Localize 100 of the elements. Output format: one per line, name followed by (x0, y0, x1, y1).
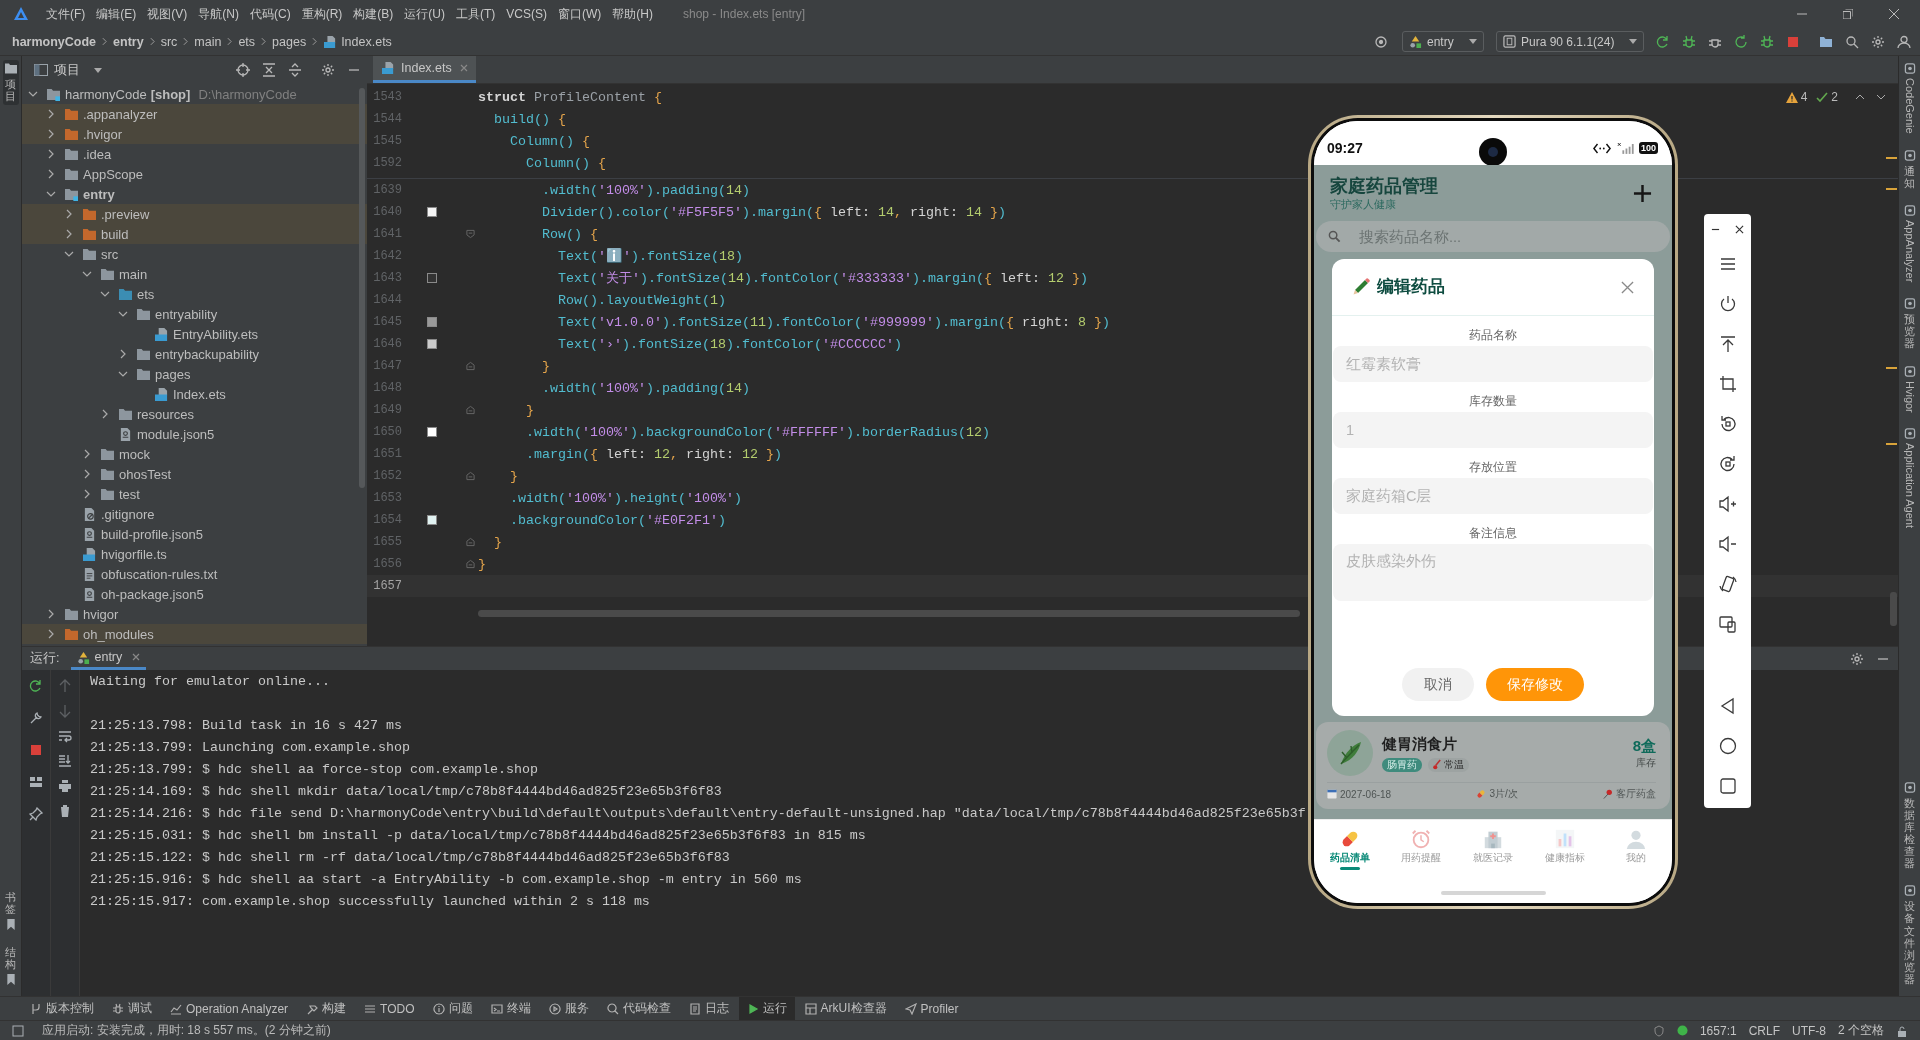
chevron-down-icon[interactable] (118, 369, 128, 379)
tree-item[interactable]: oh-package.json5 (22, 584, 367, 604)
tool-window-button[interactable]: 问题 (424, 997, 481, 1020)
tree-item[interactable]: ohosTest (22, 464, 367, 484)
close-icon[interactable] (1735, 224, 1744, 234)
tree-item[interactable]: entrybackupability (22, 344, 367, 364)
tool-window-tab[interactable]: 通知 (1901, 146, 1918, 192)
rotate-right-icon[interactable] (1718, 455, 1737, 473)
crop-icon[interactable] (1718, 375, 1737, 393)
breadcrumb-item[interactable]: harmonyCode (12, 34, 97, 49)
input-field[interactable]: 红霉素软膏 (1333, 346, 1653, 382)
pin-to-top-icon[interactable] (1718, 335, 1737, 353)
chevron-down-icon[interactable] (28, 89, 38, 99)
tree-item[interactable]: obfuscation-rules.txt (22, 564, 367, 584)
chevron-right-icon[interactable] (46, 109, 56, 119)
tree-item[interactable]: .appanalyzer (22, 104, 367, 124)
restore-icon[interactable] (1843, 9, 1853, 19)
tool-window-tab[interactable]: 结构 (2, 942, 19, 988)
tool-window-button[interactable]: 服务 (540, 997, 597, 1020)
device-dropdown[interactable]: Pura 90 6.1.1(24) (1496, 31, 1644, 52)
view-selector[interactable]: 项目 (34, 61, 102, 79)
tool-window-tab[interactable]: 设备文件浏览器 (1901, 882, 1918, 988)
tree-item[interactable]: src (22, 244, 367, 264)
color-swatch-icon[interactable] (427, 515, 437, 525)
tool-window-button[interactable]: 构建 (298, 997, 355, 1020)
search-icon[interactable] (1845, 34, 1859, 49)
chevron-right-icon[interactable] (100, 409, 110, 419)
chevron-right-icon[interactable] (46, 149, 56, 159)
menu-item[interactable]: 工具(T) (451, 4, 501, 24)
multi-screen-icon[interactable] (1718, 615, 1737, 633)
tree-item[interactable]: test (22, 484, 367, 504)
tree-item[interactable]: .idea (22, 144, 367, 164)
menu-item[interactable]: 重构(R) (296, 4, 348, 24)
tool-window-button[interactable]: 日志 (680, 997, 737, 1020)
tool-window-tab[interactable]: Application Agent (1901, 425, 1918, 532)
bug-icon[interactable] (1760, 34, 1774, 49)
wrench-icon[interactable] (29, 711, 43, 725)
tree-item[interactable]: main (22, 264, 367, 284)
tool-window-tab[interactable]: 书签 (2, 887, 19, 933)
tab[interactable]: 我的 (1600, 820, 1672, 877)
scrollbar-thumb[interactable] (478, 610, 1300, 617)
breadcrumb-item[interactable]: pages (272, 34, 307, 49)
color-swatch-icon[interactable] (427, 427, 437, 437)
menu-item[interactable]: 导航(N) (193, 4, 244, 24)
menu-item[interactable]: VCS(S) (501, 4, 552, 24)
tool-window-tab[interactable]: Hvigor (1901, 362, 1918, 416)
recents-icon[interactable] (1718, 777, 1737, 795)
status-dot-icon[interactable] (1676, 1025, 1688, 1036)
chevron-right-icon[interactable] (82, 449, 92, 459)
menu-item[interactable]: 视图(V) (142, 4, 193, 24)
chevron-down-icon[interactable] (46, 189, 56, 199)
menu-item[interactable]: 帮助(H) (607, 4, 658, 24)
tab[interactable]: 用药提醒 (1385, 820, 1458, 877)
tree-item[interactable]: module.json5 (22, 424, 367, 444)
tool-window-button[interactable]: 代码检查 (598, 997, 679, 1020)
file-encoding[interactable]: UTF-8 (1792, 1023, 1826, 1038)
settings-icon[interactable] (321, 63, 335, 77)
scrollbar-thumb[interactable] (1890, 592, 1897, 626)
plus-icon[interactable] (1633, 183, 1652, 203)
volume-up-icon[interactable] (1718, 495, 1737, 513)
color-swatch-icon[interactable] (427, 339, 437, 349)
square-icon[interactable] (12, 1024, 24, 1037)
folder-icon[interactable] (1819, 34, 1833, 49)
menu-item[interactable]: 编辑(E) (91, 4, 142, 24)
menu-item[interactable]: 文件(F) (41, 4, 91, 24)
chevron-right-icon[interactable] (46, 629, 56, 639)
close-icon[interactable] (1889, 9, 1899, 19)
medicine-card[interactable]: 健胃消食片 肠胃药 常温 8盒 库存 2027-06-18 3片/次 客厅药盒 (1316, 722, 1670, 809)
tab[interactable]: 就医记录 (1457, 820, 1529, 877)
tool-window-button[interactable]: 版本控制 (22, 997, 102, 1020)
collapse-all-icon[interactable] (262, 63, 276, 77)
refresh-icon[interactable] (1734, 34, 1748, 49)
chevron-right-icon[interactable] (82, 489, 92, 499)
tree-item[interactable]: entry (22, 184, 367, 204)
breadcrumb-item[interactable]: entry (113, 34, 144, 49)
tool-window-tab[interactable]: 预览器 (1901, 295, 1918, 353)
chevron-down-icon[interactable] (64, 249, 74, 259)
chevron-down-icon[interactable] (1876, 94, 1886, 100)
tool-window-button[interactable]: 运行 (738, 997, 795, 1020)
line-ending[interactable]: CRLF (1748, 1023, 1780, 1038)
pin-icon[interactable] (29, 807, 43, 821)
chevron-right-icon[interactable] (118, 349, 128, 359)
chevron-down-icon[interactable] (100, 289, 110, 299)
stop-icon[interactable] (1786, 34, 1800, 49)
tool-window-button[interactable]: Operation Analyzer (162, 997, 297, 1020)
warning-icon[interactable] (1785, 91, 1798, 103)
tree-item[interactable]: .gitignore (22, 504, 367, 524)
home-icon[interactable] (1718, 737, 1737, 755)
check-icon[interactable] (1816, 91, 1829, 103)
input-field[interactable]: 1 (1333, 412, 1653, 448)
layout-icon[interactable] (29, 775, 43, 789)
breadcrumb-item[interactable]: src (160, 34, 178, 49)
tree-item[interactable]: .hvigor (22, 124, 367, 144)
bug-icon[interactable] (1682, 34, 1696, 49)
editor-tab[interactable]: Index.ets (373, 56, 476, 83)
rotate-left-icon[interactable] (1718, 415, 1737, 433)
tool-window-button[interactable]: ArkUI检查器 (796, 997, 895, 1020)
tool-window-tab[interactable]: CodeGenie (1901, 60, 1918, 137)
color-swatch-icon[interactable] (427, 207, 437, 217)
tree-item[interactable]: entryability (22, 304, 367, 324)
